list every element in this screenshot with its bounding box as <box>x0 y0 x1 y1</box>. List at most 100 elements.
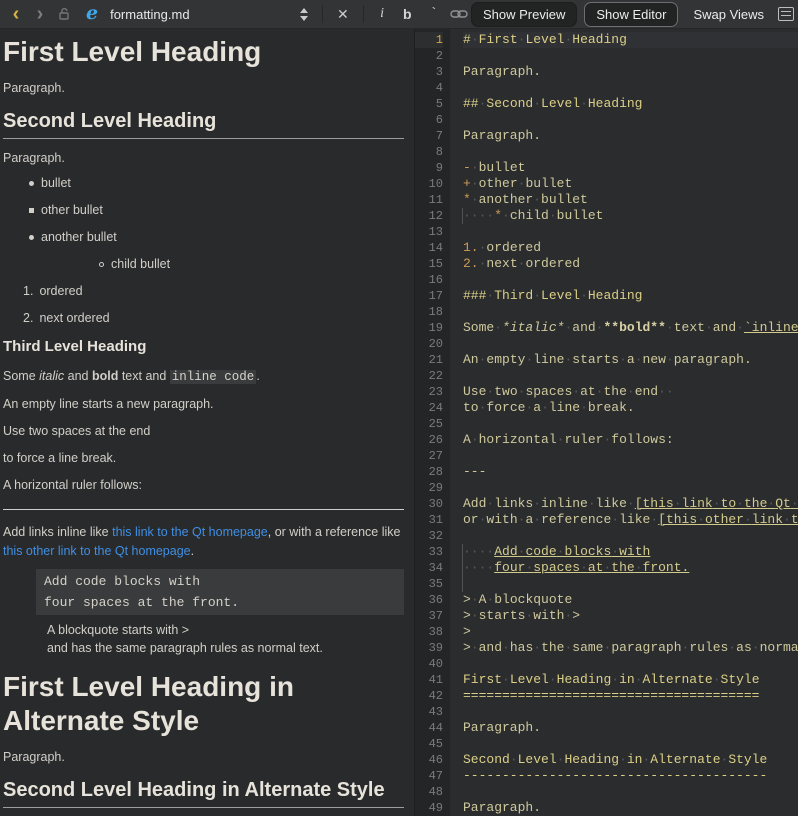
editor-line[interactable]: ###·Third·Level·Heading <box>463 288 798 304</box>
editor-line[interactable]: Some·*italic*·and·**bold**·text·and·`inl… <box>463 320 798 336</box>
document-title[interactable]: formatting.md <box>104 7 195 22</box>
editor-line[interactable]: --- <box>463 464 798 480</box>
line-number[interactable]: 34 <box>415 560 443 576</box>
editor-line[interactable]: to·force·a·line·break. <box>463 400 798 416</box>
split-view-icon[interactable] <box>778 7 794 21</box>
editor-line[interactable] <box>463 736 798 752</box>
line-number[interactable]: 37 <box>415 608 443 624</box>
editor-gutter[interactable]: 1234567891011121314151617181920212223242… <box>415 29 450 816</box>
inline-code-button[interactable]: ` <box>421 2 447 26</box>
line-number[interactable]: 15 <box>415 256 443 272</box>
show-editor-button[interactable]: Show Editor <box>584 2 678 27</box>
editor-line[interactable] <box>463 784 798 800</box>
editor-line[interactable]: --------------------------------------- <box>463 768 798 784</box>
line-number[interactable]: 39 <box>415 640 443 656</box>
line-number[interactable]: 17 <box>415 288 443 304</box>
line-number[interactable]: 45 <box>415 736 443 752</box>
editor-line[interactable]: >·and·has·the·same·paragraph·rules·as·no… <box>463 640 798 656</box>
line-number[interactable]: 42 <box>415 688 443 704</box>
editor-line[interactable]: ##·Second·Level·Heading <box>463 96 798 112</box>
line-number[interactable]: 24 <box>415 400 443 416</box>
line-number[interactable]: 44 <box>415 720 443 736</box>
editor-line[interactable]: Use·two·spaces·at·the·end·· <box>463 384 798 400</box>
editor-line[interactable] <box>463 448 798 464</box>
line-number[interactable]: 18 <box>415 304 443 320</box>
line-number[interactable]: 48 <box>415 784 443 800</box>
line-number[interactable]: 20 <box>415 336 443 352</box>
editor-line[interactable]: Add·links·inline·like·[this·link·to·the·… <box>463 496 798 512</box>
editor-line[interactable]: ····four·spaces·at·the·front. <box>463 560 798 576</box>
line-number[interactable]: 3 <box>415 64 443 80</box>
editor-line[interactable]: Paragraph. <box>463 720 798 736</box>
line-number[interactable]: 4 <box>415 80 443 96</box>
line-number[interactable]: 41 <box>415 672 443 688</box>
swap-views-button[interactable]: Swap Views <box>685 3 772 26</box>
line-number[interactable]: 16 <box>415 272 443 288</box>
editor-line[interactable]: A·horizontal·ruler·follows: <box>463 432 798 448</box>
link-button[interactable] <box>447 2 471 26</box>
editor-line[interactable] <box>463 528 798 544</box>
editor-line[interactable] <box>463 224 798 240</box>
line-number[interactable]: 28 <box>415 464 443 480</box>
editor-line[interactable]: -·bullet <box>463 160 798 176</box>
editor-line[interactable] <box>463 704 798 720</box>
editor-line[interactable]: Paragraph. <box>463 128 798 144</box>
line-number[interactable]: 35 <box>415 576 443 592</box>
line-number[interactable]: 6 <box>415 112 443 128</box>
editor-line[interactable] <box>463 416 798 432</box>
editor-line[interactable] <box>463 304 798 320</box>
editor-line[interactable]: First·Level·Heading·in·Alternate·Style <box>463 672 798 688</box>
line-number[interactable]: 8 <box>415 144 443 160</box>
line-number[interactable]: 7 <box>415 128 443 144</box>
editor-line[interactable] <box>463 144 798 160</box>
editor-line[interactable]: Paragraph. <box>463 64 798 80</box>
line-number[interactable]: 43 <box>415 704 443 720</box>
bold-button[interactable]: b <box>394 2 421 26</box>
editor-line[interactable]: #·First·Level·Heading <box>463 32 798 48</box>
line-number[interactable]: 22 <box>415 368 443 384</box>
editor-line[interactable]: *·another·bullet <box>463 192 798 208</box>
editor-line[interactable]: >·starts·with·> <box>463 608 798 624</box>
editor-line[interactable] <box>463 112 798 128</box>
line-number[interactable]: 19 <box>415 320 443 336</box>
line-number[interactable]: 46 <box>415 752 443 768</box>
line-number[interactable]: 26 <box>415 432 443 448</box>
line-number[interactable]: 1 <box>415 32 443 48</box>
back-button[interactable]: ‹ <box>4 2 28 26</box>
line-number[interactable]: 38 <box>415 624 443 640</box>
show-preview-button[interactable]: Show Preview <box>471 2 577 27</box>
editor-line[interactable]: ····Add·code·blocks·with <box>463 544 798 560</box>
editor-line[interactable]: 2.·next·ordered <box>463 256 798 272</box>
editor-line[interactable]: ····*·child·bullet <box>463 208 798 224</box>
editor-line[interactable] <box>463 80 798 96</box>
unlock-icon[interactable] <box>52 2 76 26</box>
line-number[interactable]: 36 <box>415 592 443 608</box>
line-number[interactable]: 47 <box>415 768 443 784</box>
line-number[interactable]: 10 <box>415 176 443 192</box>
line-number[interactable]: 23 <box>415 384 443 400</box>
forward-button[interactable]: › <box>28 2 52 26</box>
editor-line[interactable] <box>463 48 798 64</box>
line-number[interactable]: 32 <box>415 528 443 544</box>
editor-line[interactable] <box>463 272 798 288</box>
line-number[interactable]: 12 <box>415 208 443 224</box>
editor-line[interactable] <box>463 576 798 592</box>
editor-line[interactable]: 1.·ordered <box>463 240 798 256</box>
editor-line[interactable]: >·A·blockquote <box>463 592 798 608</box>
line-number[interactable]: 5 <box>415 96 443 112</box>
editor-line[interactable]: Second·Level·Heading·in·Alternate·Style <box>463 752 798 768</box>
editor-line[interactable]: Paragraph. <box>463 800 798 816</box>
editor-line[interactable]: > <box>463 624 798 640</box>
line-number[interactable]: 2 <box>415 48 443 64</box>
line-number[interactable]: 14 <box>415 240 443 256</box>
document-switcher-icon[interactable] <box>292 8 316 21</box>
line-number[interactable]: 49 <box>415 800 443 816</box>
line-number[interactable]: 33 <box>415 544 443 560</box>
line-number[interactable]: 11 <box>415 192 443 208</box>
editor-line[interactable] <box>463 656 798 672</box>
line-number[interactable]: 30 <box>415 496 443 512</box>
editor-line[interactable]: +·other·bullet <box>463 176 798 192</box>
editor-line[interactable]: or·with·a·reference·like·[this·other·lin… <box>463 512 798 528</box>
editor-line[interactable] <box>463 336 798 352</box>
line-number[interactable]: 21 <box>415 352 443 368</box>
